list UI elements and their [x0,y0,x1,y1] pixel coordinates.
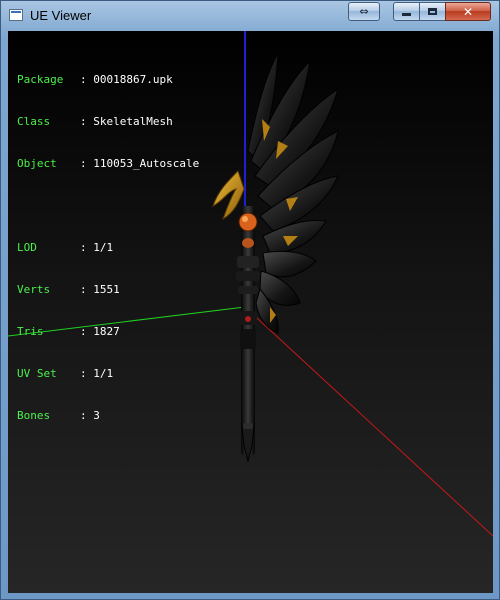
close-icon: ✕ [462,4,474,19]
app-window: UE Viewer ⇔ ✕ Package: 00018867.upk Cla… [0,0,500,600]
info-row-uvset: UV Set: 1/1 [17,367,114,380]
golden-guard [212,170,245,221]
maximize-icon [428,8,437,15]
info-row-verts: Verts: 1551 [17,283,120,296]
blade-fan [247,52,339,334]
info-row-class: Class: SkeletalMesh [17,115,173,128]
window-title: UE Viewer [30,8,92,23]
info-row-object: Object: 110053_Autoscale [17,157,200,170]
minimize-icon [402,13,411,16]
info-row-tris: Tris: 1827 [17,325,120,338]
resize-button[interactable]: ⇔ [348,2,380,21]
info-row-package: Package: 00018867.upk [17,73,173,86]
shaft-band-3 [238,286,258,294]
info-row-lod: LOD: 1/1 [17,241,114,254]
small-orange-ornament [242,238,254,248]
orange-gem [238,212,258,232]
app-icon [9,9,23,21]
minimize-button[interactable] [393,2,420,21]
axis-x-line [244,306,493,537]
info-row-bones: Bones: 3 [17,409,100,422]
title-bar[interactable]: UE Viewer ⇔ ✕ [1,1,499,31]
mesh-info-overlay: Package: 00018867.upk Class: SkeletalMes… [17,45,199,451]
close-button[interactable]: ✕ [445,2,491,21]
red-accent [245,316,251,322]
shaft-band-5 [240,329,256,349]
3d-viewport[interactable]: Package: 00018867.upk Class: SkeletalMes… [8,31,493,593]
shaft-band-1 [237,256,259,268]
resize-arrows-icon: ⇔ [359,5,369,18]
maximize-button[interactable] [419,2,446,21]
shaft-band-2 [236,271,260,281]
